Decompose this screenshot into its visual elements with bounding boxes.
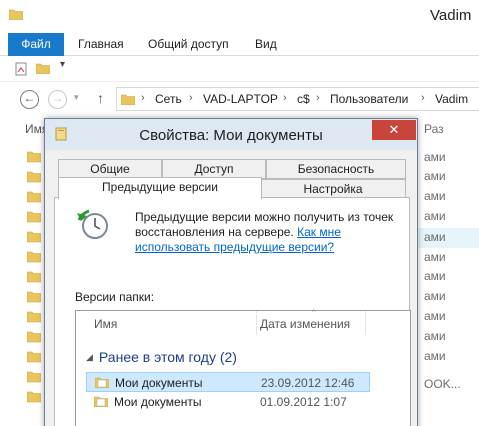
- folder-icon[interactable]: [26, 189, 42, 203]
- tab-share[interactable]: Общий доступ: [148, 33, 229, 56]
- address-bar[interactable]: › Сеть › VAD-LAPTOP › c$ › Пользователи …: [116, 87, 479, 111]
- tab-home[interactable]: Главная: [78, 33, 124, 56]
- folder-icon: [94, 376, 110, 391]
- dialog-title: Свойства: Мои документы: [139, 127, 323, 144]
- up-arrow-icon[interactable]: ↑: [97, 90, 104, 106]
- folder-icon[interactable]: [26, 309, 42, 323]
- breadcrumb-users[interactable]: Пользователи: [330, 92, 408, 106]
- group-header[interactable]: ◢ Ранее в этом году (2): [86, 349, 237, 365]
- column-divider[interactable]: [256, 311, 257, 335]
- list-item[interactable]: Мои документы 23.09.2012 12:46: [86, 372, 370, 392]
- column-header-name[interactable]: Имя: [94, 317, 117, 331]
- file-list-left: Имя: [0, 116, 48, 426]
- folder-icon[interactable]: [26, 389, 42, 403]
- folder-icon[interactable]: [26, 349, 42, 363]
- folder-icon[interactable]: [26, 149, 42, 163]
- file-type-cell[interactable]: ами: [424, 269, 446, 283]
- folder-icon: [8, 8, 24, 23]
- folder-icon[interactable]: [26, 329, 42, 343]
- dialog-titlebar[interactable]: Свойства: Мои документы ✕: [45, 119, 417, 150]
- properties-dialog: Свойства: Мои документы ✕ Общие Доступ Б…: [44, 118, 418, 426]
- chevron-right-icon[interactable]: ›: [283, 92, 287, 104]
- chevron-right-icon[interactable]: ›: [189, 92, 193, 104]
- tab-file[interactable]: Файл: [8, 33, 64, 56]
- folder-icon[interactable]: [26, 289, 42, 303]
- breadcrumb-share[interactable]: c$: [297, 92, 310, 106]
- chevron-right-icon[interactable]: ›: [141, 92, 145, 104]
- file-list-right: Раз ами ами ами ами ами ами ами ами ами ами ами OOK…: [418, 116, 479, 426]
- folder-icon[interactable]: [26, 169, 42, 183]
- collapse-icon[interactable]: ◢: [86, 352, 93, 362]
- ribbon-tabs: Файл Главная Общий доступ Вид: [0, 33, 479, 56]
- file-type-cell[interactable]: ами: [424, 329, 446, 343]
- quick-access-toolbar: ▾: [0, 56, 479, 82]
- column-divider[interactable]: [365, 311, 366, 335]
- tab-previous-versions[interactable]: Предыдущие версии: [58, 177, 262, 199]
- tab-security[interactable]: Безопасность: [266, 159, 406, 179]
- list-item[interactable]: Мои документы 01.09.2012 1:07: [86, 392, 370, 412]
- file-type-cell[interactable]: ами: [424, 209, 446, 223]
- back-icon: ←: [23, 91, 36, 105]
- tab-customize[interactable]: Настройка: [260, 179, 406, 199]
- breadcrumb-user[interactable]: Vadim: [435, 92, 468, 106]
- folder-icon[interactable]: [26, 369, 42, 383]
- file-type-cell[interactable]: ами: [424, 289, 446, 303]
- file-type-cell[interactable]: ами: [424, 349, 446, 363]
- item-name: Мои документы: [115, 376, 203, 390]
- column-header-date[interactable]: Дата изменения: [260, 317, 350, 331]
- folder-icon[interactable]: [26, 269, 42, 283]
- folder-icon[interactable]: [26, 229, 42, 243]
- folder-icon: [93, 395, 109, 410]
- column-header-type[interactable]: Раз: [424, 122, 444, 136]
- tab-general[interactable]: Общие: [58, 159, 162, 179]
- folder-icon[interactable]: [26, 249, 42, 263]
- new-folder-icon[interactable]: [35, 62, 51, 77]
- navigation-bar: ← → ▾ ↑ › Сеть › VAD-LAPTOP › c$ › Польз…: [0, 82, 479, 116]
- close-icon: ✕: [388, 122, 400, 137]
- file-type-cell[interactable]: ами: [424, 309, 446, 323]
- item-name: Мои документы: [114, 395, 202, 409]
- explorer-title: Vadim: [430, 7, 472, 24]
- close-button[interactable]: ✕: [372, 120, 416, 140]
- breadcrumb-computer[interactable]: VAD-LAPTOP: [203, 92, 278, 106]
- file-type-cell[interactable]: ами: [424, 250, 446, 264]
- file-type-cell[interactable]: ами: [424, 230, 446, 244]
- forward-button[interactable]: →: [48, 90, 67, 109]
- tab-view[interactable]: Вид: [255, 33, 277, 56]
- chevron-right-icon[interactable]: ›: [421, 92, 425, 104]
- properties-icon[interactable]: [14, 62, 28, 79]
- back-button[interactable]: ←: [20, 90, 39, 109]
- group-label: Ранее в этом году (2): [98, 349, 237, 365]
- recent-locations-icon[interactable]: ▾: [74, 92, 79, 103]
- item-date: 01.09.2012 1:07: [260, 395, 347, 409]
- folder-icon: [120, 93, 136, 108]
- info-text-block: Предыдущие версии можно получить из точе…: [135, 210, 405, 255]
- clock-arrow-icon: [75, 208, 111, 245]
- versions-list[interactable]: ⌃ Имя Дата изменения ◢ Ранее в этом году …: [75, 308, 411, 426]
- item-date: 23.09.2012 12:46: [261, 376, 355, 390]
- breadcrumb-network[interactable]: Сеть: [155, 92, 182, 106]
- previous-versions-panel: Предыдущие версии можно получить из точе…: [54, 197, 411, 426]
- file-type-cell[interactable]: ами: [424, 150, 446, 164]
- info-text: Предыдущие версии можно получить из точе…: [135, 210, 394, 239]
- file-type-cell[interactable]: ами: [424, 169, 446, 183]
- file-type-cell[interactable]: ами: [424, 189, 446, 203]
- explorer-titlebar: Vadim: [0, 0, 479, 33]
- versions-label: Версии папки:: [75, 290, 155, 304]
- chevron-right-icon[interactable]: ›: [316, 92, 320, 104]
- forward-icon: →: [51, 91, 64, 105]
- file-type-cell[interactable]: OOK...: [424, 377, 461, 391]
- folder-icon[interactable]: [26, 209, 42, 223]
- tab-sharing[interactable]: Доступ: [162, 159, 266, 179]
- qat-dropdown-icon[interactable]: ▾: [60, 59, 65, 70]
